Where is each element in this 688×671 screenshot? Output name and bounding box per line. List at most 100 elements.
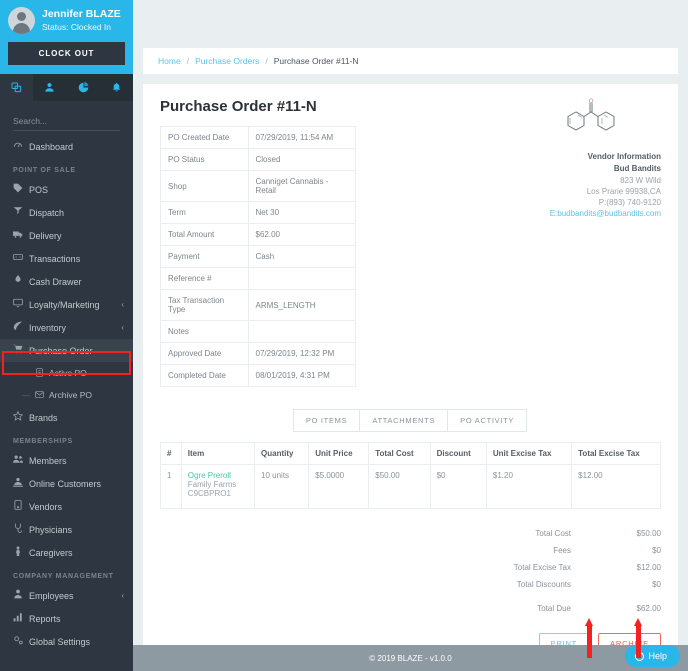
table-column-header: Unit Price bbox=[308, 442, 370, 465]
chart-icon[interactable] bbox=[67, 74, 100, 101]
user-icon[interactable] bbox=[33, 74, 66, 101]
sidebar-item-label: Reports bbox=[29, 613, 61, 624]
tab-po-items[interactable]: PO ITEMS bbox=[292, 409, 361, 432]
info-row: Shop Canniget Cannabis -Retail bbox=[160, 170, 356, 202]
online-customers-icon bbox=[13, 477, 29, 490]
vendor-phone: P:(893) 740-9120 bbox=[598, 198, 661, 207]
tab-attachments[interactable]: ATTACHMENTS bbox=[359, 409, 449, 432]
info-key: Total Amount bbox=[160, 223, 249, 246]
sidebar-item-inventory[interactable]: Inventory ‹ bbox=[0, 316, 133, 339]
sidebar-item-cash-drawer[interactable]: Cash Drawer bbox=[0, 270, 133, 293]
info-row: Total Amount $62.00 bbox=[160, 223, 356, 246]
info-key: Payment bbox=[160, 245, 249, 268]
sidebar-item-dispatch[interactable]: Dispatch bbox=[0, 201, 133, 224]
sidebar-item-label: Purchase Order bbox=[29, 345, 93, 356]
reports-icon bbox=[13, 612, 29, 625]
vendor-address-line-1: 823 W Wild bbox=[620, 176, 661, 185]
info-row: Approved Date 07/29/2019, 12:32 PM bbox=[160, 342, 356, 365]
sidebar-item-loyalty-marketing[interactable]: Loyalty/Marketing ‹ bbox=[0, 293, 133, 316]
vendor-address-line-2: Los Prarie 99938,CA bbox=[586, 187, 661, 196]
table-column-header: Total Cost bbox=[368, 442, 431, 465]
breadcrumb-separator-2: / bbox=[265, 56, 268, 66]
table-column-header: Discount bbox=[429, 442, 487, 465]
caregiver-icon bbox=[13, 546, 29, 559]
totals-row: Total Cost $50.00 bbox=[514, 525, 661, 542]
info-key: Notes bbox=[160, 320, 249, 343]
sidebar-item-label: Members bbox=[29, 455, 67, 466]
active-po-icon bbox=[35, 367, 49, 379]
vendor-email[interactable]: E:budbandits@budbandits.com bbox=[521, 208, 661, 220]
clock-out-button[interactable]: CLOCK OUT bbox=[8, 42, 125, 65]
info-value: Cash bbox=[247, 245, 356, 268]
sidebar-item-label: Online Customers bbox=[29, 478, 102, 489]
info-key: PO Status bbox=[160, 148, 249, 171]
info-key: PO Created Date bbox=[160, 126, 249, 149]
sidebar-item-dashboard[interactable]: Dashboard bbox=[0, 135, 133, 158]
avatar bbox=[8, 7, 35, 34]
main-content: Home / Purchase Orders / Purchase Order … bbox=[133, 0, 688, 671]
totals-label: Total Excise Tax bbox=[513, 563, 571, 572]
sidebar-item-label: Transactions bbox=[29, 253, 81, 264]
table-column-header: Total Excise Tax bbox=[571, 442, 661, 465]
sidebar-item-delivery[interactable]: Delivery bbox=[0, 224, 133, 247]
purchase-order-info-table: PO Created Date 07/29/2019, 11:54 AM PO St… bbox=[160, 126, 356, 387]
tree-dash-icon: — bbox=[22, 390, 30, 400]
tab-po-activity[interactable]: PO ACTIVITY bbox=[447, 409, 528, 432]
item-link[interactable]: Ogre Preroll bbox=[188, 471, 248, 480]
help-label: Help bbox=[648, 651, 667, 661]
row-quantity: 10 units bbox=[254, 464, 310, 509]
totals-row: Total Excise Tax $12.00 bbox=[514, 559, 661, 576]
totals-value: $12.00 bbox=[636, 563, 661, 572]
breadcrumb-home[interactable]: Home bbox=[158, 56, 181, 66]
sidebar-subitem-label: Archive PO bbox=[49, 390, 92, 400]
transactions-icon bbox=[13, 252, 29, 265]
cart-icon bbox=[13, 344, 29, 357]
sidebar-subitem-active-po[interactable]: — Active PO bbox=[0, 362, 133, 384]
speedometer-icon bbox=[13, 140, 29, 153]
members-icon bbox=[13, 454, 29, 467]
sidebar-subitem-archive-po[interactable]: — Archive PO bbox=[0, 384, 133, 406]
totals-label: Total Cost bbox=[535, 529, 571, 538]
sidebar-item-employees[interactable]: Employees ‹ bbox=[0, 584, 133, 607]
info-value: Net 30 bbox=[247, 201, 356, 224]
vendor-icon bbox=[13, 500, 29, 513]
sidebar-item-label: POS bbox=[29, 184, 49, 195]
sidebar-item-pos[interactable]: POS bbox=[0, 178, 133, 201]
sidebar-item-transactions[interactable]: Transactions bbox=[0, 247, 133, 270]
table-header-row: # Item Quantity Unit Price Total Cost Discoun… bbox=[160, 442, 661, 465]
info-value bbox=[247, 320, 356, 343]
vendor-name: Bud Bandits bbox=[613, 164, 661, 173]
profile-name: Jennifer BLAZE bbox=[42, 8, 121, 20]
sidebar-item-global-settings[interactable]: Global Settings bbox=[0, 630, 133, 653]
sidebar-item-label: Dispatch bbox=[29, 207, 65, 218]
totals-section: Total Cost $50.00 Fees $0 Total Excise Tax $1… bbox=[160, 525, 661, 617]
search-input[interactable] bbox=[13, 114, 120, 131]
benzophenone-molecule-icon: O bbox=[521, 98, 661, 140]
sidebar-section-title: COMPANY MANAGEMENT bbox=[13, 573, 114, 580]
info-row: PO Created Date 07/29/2019, 11:54 AM bbox=[160, 126, 356, 149]
sidebar-item-members[interactable]: Members bbox=[0, 449, 133, 472]
breadcrumb-purchase-orders[interactable]: Purchase Orders bbox=[195, 56, 259, 66]
sidebar-item-label: Delivery bbox=[29, 230, 62, 241]
pages-icon[interactable] bbox=[0, 74, 34, 101]
bell-icon[interactable] bbox=[100, 74, 133, 101]
sidebar-item-label: Vendors bbox=[29, 501, 63, 512]
topbar bbox=[133, 0, 688, 48]
help-button[interactable]: ? Help bbox=[625, 645, 680, 667]
totals-value: $50.00 bbox=[636, 529, 661, 538]
sidebar-item-online-customers[interactable]: Online Customers bbox=[0, 472, 133, 495]
sidebar-item-physicians[interactable]: Physicians bbox=[0, 518, 133, 541]
sidebar-item-vendors[interactable]: Vendors bbox=[0, 495, 133, 518]
sidebar-item-purchase-order[interactable]: Purchase Order ⌄ bbox=[0, 339, 133, 362]
employee-icon bbox=[13, 589, 29, 602]
totals-value: $0 bbox=[652, 580, 661, 589]
table-column-header: Quantity bbox=[254, 442, 310, 465]
sidebar-item-reports[interactable]: Reports bbox=[0, 607, 133, 630]
footer: © 2019 BLAZE - v1.0.0 bbox=[133, 645, 688, 671]
info-key: Reference # bbox=[160, 267, 249, 290]
sidebar-item-brands[interactable]: Brands bbox=[0, 406, 133, 429]
sidebar-item-caregivers[interactable]: Caregivers bbox=[0, 541, 133, 564]
sidebar-item-label: Dashboard bbox=[29, 141, 74, 152]
info-value: Closed bbox=[247, 148, 356, 171]
question-circle-icon: ? bbox=[635, 651, 645, 661]
